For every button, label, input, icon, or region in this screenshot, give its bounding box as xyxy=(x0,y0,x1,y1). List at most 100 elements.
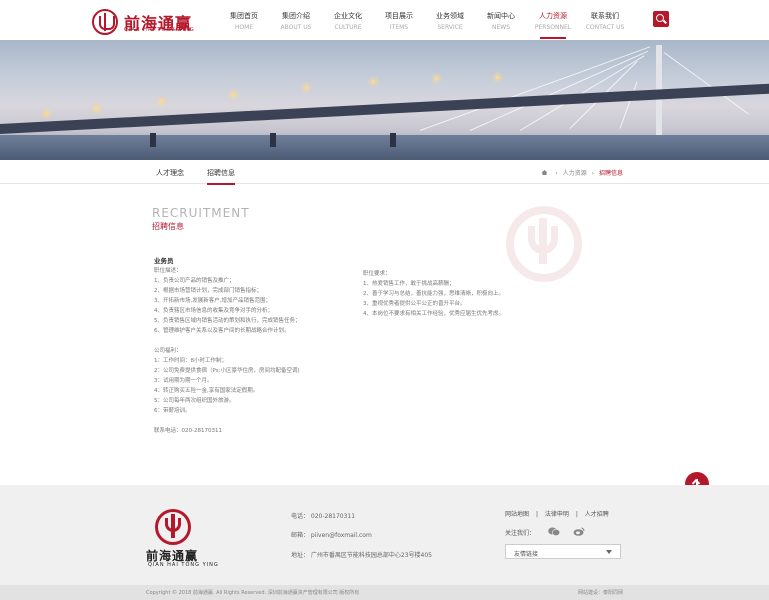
bridge-cable xyxy=(619,81,638,129)
requirements-heading: 职位要求： xyxy=(363,271,391,277)
follow-us-label: 关注我们： xyxy=(505,530,536,537)
nav-label-cn: 企业文化 xyxy=(334,12,362,20)
sub-nav: 人才理念 招聘信息 › 人力资源 › 招聘信息 xyxy=(0,160,769,185)
nav-label-en: PERSONNEL xyxy=(534,24,572,31)
benefits-heading: 公司福利： xyxy=(154,348,182,354)
copyright-text: Copyright © 2018 前海通赢. All Rights Reserv… xyxy=(146,590,360,596)
benefit-item: 6：带薪培训。 xyxy=(154,408,191,414)
benefit-item: 4：转正购买五险一金,享有国家法定假期。 xyxy=(154,388,259,394)
nav-item-news[interactable]: 新闻中心 NEWS xyxy=(475,11,527,31)
duty-item: 6、管理维护客户关系以及客户间的长期战略合作计划。 xyxy=(154,328,290,334)
header: 前海通赢 QIAN HAI TONG YING 集团首页 HOME 集团介绍 A… xyxy=(0,0,769,40)
street-lamp xyxy=(95,107,98,110)
weibo-icon[interactable] xyxy=(573,527,585,536)
footer-link-separator: | xyxy=(535,511,538,518)
bridge-pier xyxy=(150,133,156,147)
nav-item-contact[interactable]: 联系我们 CONTACT US xyxy=(579,11,631,31)
site-builder-credit[interactable]: 网站建设：泰阳同网 xyxy=(578,589,623,596)
requirement-item: 4、本岗位不要求有相关工作经验，优秀应届生优先考虑。 xyxy=(363,311,505,317)
street-lamp xyxy=(160,100,163,103)
search-button[interactable] xyxy=(653,11,669,27)
breadcrumb-separator: › xyxy=(591,170,595,177)
nav-label-en: CONTACT US xyxy=(585,24,625,31)
site-logo[interactable]: 前海通赢 QIAN HAI TONG YING xyxy=(92,9,198,35)
benefit-item: 2：公司免费提供食宿（Ps:小区豪华住房，房间均配备空调) xyxy=(154,368,300,374)
nav-item-culture[interactable]: 企业文化 CULTURE xyxy=(322,11,374,31)
home-icon[interactable] xyxy=(541,170,548,175)
street-lamp xyxy=(305,86,308,89)
copyright-bar: Copyright © 2018 前海通赢. All Rights Reserv… xyxy=(0,585,769,600)
friend-links-select[interactable]: 友情链接 xyxy=(505,544,621,559)
nav-item-about[interactable]: 集团介绍 ABOUT US xyxy=(270,11,322,31)
nav-label-cn: 集团介绍 xyxy=(282,12,310,20)
benefit-item: 3：试用期为期一个月。 xyxy=(154,378,213,384)
nav-label-en: CULTURE xyxy=(334,24,362,31)
nav-label-cn: 联系我们 xyxy=(591,12,619,20)
footer-link-separator: | xyxy=(575,511,578,518)
footer: 前海通赢 QIAN HAI TONG YING 电话： 020-28170311… xyxy=(0,485,769,585)
bridge-cable xyxy=(663,52,750,115)
hero-banner xyxy=(0,40,769,160)
breadcrumb-separator: › xyxy=(555,170,558,177)
nav-label-cn: 项目展示 xyxy=(385,12,413,20)
nav-label-cn: 新闻中心 xyxy=(487,12,515,20)
duty-item: 1、负责公司产品的销售及推广； xyxy=(154,278,235,284)
wechat-icon[interactable] xyxy=(548,527,560,536)
footer-email[interactable]: 邮箱： piiven@foxmail.com xyxy=(291,530,372,539)
contact-phone: 联系电话：020-28170311 xyxy=(154,428,222,434)
job-left-column: 职位描述： 1、负责公司产品的销售及推广； 2、根据市场营销计划，完成部门销售指… xyxy=(154,266,301,436)
requirement-item: 3、重视优秀者提供公平公正的晋升平台。 xyxy=(363,301,466,307)
nav-item-items[interactable]: 项目展示 ITEMS xyxy=(373,11,425,31)
duty-item: 5、负责销售区域内销售活动的策划和执行，完成销售任务； xyxy=(154,318,301,324)
duties-heading: 职位描述： xyxy=(154,268,182,274)
tab-talent-concept[interactable]: 人才理念 xyxy=(156,168,184,178)
nav-item-service[interactable]: 业务领域 SERVICE xyxy=(424,11,476,31)
job-right-column: 职位要求： 1、热爱销售工作，敢于挑战高薪酬； 2、善于学习与总结，善抗能力强，… xyxy=(363,269,504,319)
nav-label-en: HOME xyxy=(234,24,254,31)
nav-item-home[interactable]: 集团首页 HOME xyxy=(218,11,270,31)
section-title-en: RECRUITMENT xyxy=(152,206,250,220)
nav-item-personnel[interactable]: 人力资源 PERSONNEL xyxy=(527,11,579,39)
footer-address: 地址： 广州市番禺区节能科技园总部中心23号楼405 xyxy=(291,552,432,559)
street-lamp xyxy=(496,76,499,79)
footer-logo-icon xyxy=(155,509,191,545)
logo-watermark-icon xyxy=(506,206,582,282)
section-title-cn: 招聘信息 xyxy=(152,222,184,231)
duty-item: 3、开拓新市场,发展新客户,增加产品销售范围； xyxy=(154,298,271,304)
bridge-pier xyxy=(270,133,276,147)
benefit-item: 5：公司每年两次组织国外旅游。 xyxy=(154,398,235,404)
tab-recruitment[interactable]: 招聘信息 xyxy=(207,168,235,185)
watermark-shape xyxy=(539,218,547,264)
chevron-down-icon xyxy=(606,550,612,554)
breadcrumb-current: 招聘信息 xyxy=(598,170,623,177)
duty-item: 2、根据市场营销计划，完成部门销售指标； xyxy=(154,288,263,294)
footer-link-jobs[interactable]: 人才招聘 xyxy=(585,511,609,518)
footer-phone: 电话： 020-28170311 xyxy=(291,513,356,520)
requirement-item: 1、热爱销售工作，敢于挑战高薪酬； xyxy=(363,281,455,287)
nav-label-cn: 人力资源 xyxy=(539,12,567,20)
footer-link-legal[interactable]: 法律申明 xyxy=(545,511,569,518)
footer-links: 网站地图 | 法律申明 | 人才招聘 xyxy=(505,509,609,518)
street-lamp xyxy=(372,80,375,83)
bridge-pier xyxy=(390,133,396,147)
search-icon-handle xyxy=(663,19,667,24)
requirement-item: 2、善于学习与总结，善抗能力强，思维清晰，积极向上。 xyxy=(363,291,505,297)
sea xyxy=(0,135,769,160)
street-lamp xyxy=(45,112,48,115)
breadcrumb: › 人力资源 › 招聘信息 xyxy=(541,168,623,177)
job-title: 业务员 xyxy=(154,257,174,265)
breadcrumb-section[interactable]: 人力资源 xyxy=(563,170,587,177)
nav-active-indicator xyxy=(540,37,566,39)
nav-label-en: NEWS xyxy=(491,24,511,31)
street-lamp xyxy=(435,77,438,80)
select-value: 友情链接 xyxy=(514,551,539,558)
logo-mark-icon xyxy=(92,9,118,35)
bridge-cable xyxy=(419,46,651,131)
benefit-item: 1：工作时间：8小时工作制； xyxy=(154,358,227,364)
duty-item: 4、负责辖区市场信息的收集及竞争对手的分析； xyxy=(154,308,274,314)
footer-logo-en: QIAN HAI TONG YING xyxy=(148,562,219,568)
logo-text-en: QIAN HAI TONG YING xyxy=(124,27,195,33)
footer-link-sitemap[interactable]: 网站地图 xyxy=(505,511,529,518)
